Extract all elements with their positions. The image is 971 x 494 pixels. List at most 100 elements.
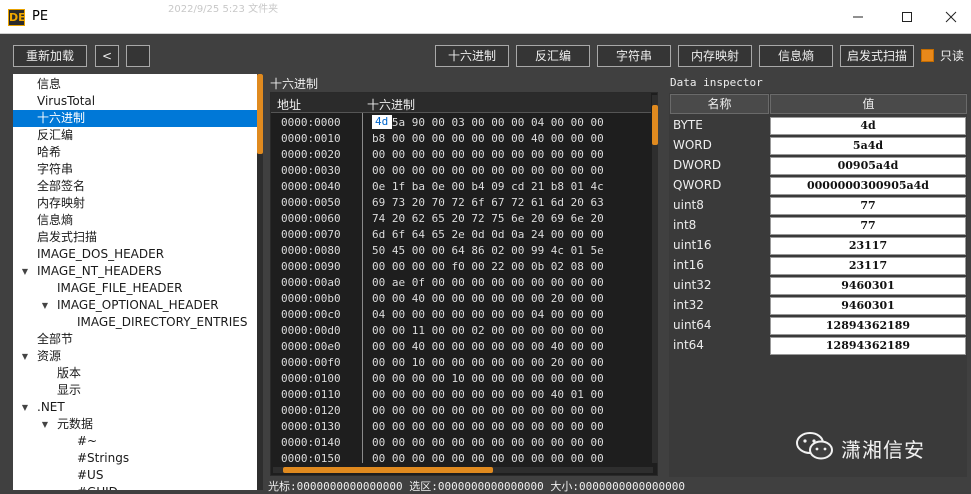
inspector-field-value[interactable]: 23117 <box>770 237 966 255</box>
inspector-field-value[interactable]: 12894362189 <box>770 317 966 335</box>
expand-arrow-icon[interactable]: ▼ <box>40 416 50 433</box>
hex-row[interactable]: 74 20 62 65 20 72 75 6e 20 69 6e 20 <box>372 212 604 225</box>
hex-view[interactable]: 地址 十六进制 0000:0000 0000:0010 0000:0020 0000:… <box>270 92 658 476</box>
hex-row[interactable]: 00 00 40 00 00 00 00 00 00 20 00 00 <box>372 292 604 305</box>
reload-button[interactable]: 重新加载 <box>13 45 87 67</box>
hex-row[interactable]: 50 45 00 00 64 86 02 00 99 4c 01 5e <box>372 244 604 257</box>
hex-address: 0000:0030 <box>281 164 341 177</box>
inspector-row: uint8 77 <box>669 196 967 216</box>
hex-row[interactable]: 0e 1f ba 0e 00 b4 09 cd 21 b8 01 4c <box>372 180 604 193</box>
hex-row[interactable]: 00 00 00 00 10 00 00 00 00 00 00 00 <box>372 372 604 385</box>
inspector-field-value[interactable]: 77 <box>770 217 966 235</box>
hex-vertical-thumb[interactable] <box>652 105 658 145</box>
tab-hex[interactable]: 十六进制 <box>435 45 509 67</box>
expand-arrow-icon[interactable]: ▼ <box>20 348 30 365</box>
hex-row[interactable]: 00 00 40 00 00 00 00 00 00 40 00 00 <box>372 340 604 353</box>
readonly-checkbox[interactable] <box>921 49 934 62</box>
hex-horizontal-scrollbar[interactable] <box>273 467 653 473</box>
hex-row[interactable]: 4d 5a 90 00 03 00 00 00 04 00 00 00 <box>372 116 604 129</box>
back-button[interactable]: < <box>95 45 119 67</box>
tree-item[interactable]: ▼ IMAGE_OPTIONAL_HEADER <box>13 297 257 314</box>
tree-item[interactable]: 十六进制 <box>13 110 257 127</box>
tree-item[interactable]: 全部节 <box>13 331 257 348</box>
maximize-button[interactable] <box>884 0 930 34</box>
tree-scroll-thumb[interactable] <box>257 74 263 154</box>
tab-disassembly[interactable]: 反汇编 <box>516 45 590 67</box>
tree-item[interactable]: 版本 <box>13 365 257 382</box>
hex-row[interactable]: 00 00 00 00 00 00 00 00 00 00 00 00 <box>372 452 604 465</box>
tree-item[interactable]: 字符串 <box>13 161 257 178</box>
hex-row[interactable]: 69 73 20 70 72 6f 67 72 61 6d 20 63 <box>372 196 604 209</box>
inspector-field-value[interactable]: 23117 <box>770 257 966 275</box>
inspector-field-name: int16 <box>673 258 704 272</box>
tree-item[interactable]: 信息熵 <box>13 212 257 229</box>
hex-address: 0000:0000 <box>281 116 341 129</box>
inspector-field-value[interactable]: 9460301 <box>770 297 966 315</box>
hex-row[interactable]: 00 00 00 00 00 00 00 00 00 00 00 00 <box>372 164 604 177</box>
tree-item-label: 启发式扫描 <box>37 230 98 244</box>
inspector-value-header: 值 <box>770 94 967 114</box>
tab-heuristic-scan[interactable]: 启发式扫描 <box>840 45 914 67</box>
hex-row[interactable]: 00 ae 0f 00 00 00 00 00 00 00 00 00 <box>372 276 604 289</box>
tree-item[interactable]: VirusTotal <box>13 93 257 110</box>
toolbar: 重新加载 < 十六进制 反汇编 字符串 内存映射 信息熵 启发式扫描 <box>0 34 971 74</box>
tree-item[interactable]: #Strings <box>13 450 257 467</box>
inspector-field-value[interactable]: 0000000300905a4d <box>770 177 966 195</box>
tree-item[interactable]: 哈希 <box>13 144 257 161</box>
hex-row[interactable]: 00 00 00 00 00 00 00 00 00 00 00 00 <box>372 436 604 449</box>
hex-row[interactable]: 00 00 00 00 f0 00 22 00 0b 02 08 00 <box>372 260 604 273</box>
title-bar[interactable]: DE PE 2022/9/25 5:23 文件夹 <box>0 0 971 34</box>
tree-item[interactable]: 内存映射 <box>13 195 257 212</box>
tree-item[interactable]: 显示 <box>13 382 257 399</box>
hex-horizontal-thumb[interactable] <box>283 467 493 473</box>
hex-row[interactable]: 00 00 00 00 00 00 00 00 00 00 00 00 <box>372 404 604 417</box>
minimize-button[interactable] <box>835 0 881 34</box>
tree-item[interactable]: 全部签名 <box>13 178 257 195</box>
structure-tree[interactable]: 信息 VirusTotal 十六进制 反汇编 哈希 字符串 全部签名 内存映射 信息熵 启发式扫描… <box>13 74 257 490</box>
hex-row[interactable]: 6d 6f 64 65 2e 0d 0d 0a 24 00 00 00 <box>372 228 604 241</box>
tree-item[interactable]: 反汇编 <box>13 127 257 144</box>
tree-item[interactable]: 启发式扫描 <box>13 229 257 246</box>
tree-item[interactable]: ▼ 资源 <box>13 348 257 365</box>
tree-item[interactable]: #~ <box>13 433 257 450</box>
inspector-field-value[interactable]: 12894362189 <box>770 337 966 355</box>
inspector-row: DWORD 00905a4d <box>669 156 967 176</box>
tree-item[interactable]: ▼ IMAGE_NT_HEADERS <box>13 263 257 280</box>
hex-row[interactable]: b8 00 00 00 00 00 00 00 40 00 00 00 <box>372 132 604 145</box>
tree-item[interactable]: IMAGE_FILE_HEADER <box>13 280 257 297</box>
inspector-field-value[interactable]: 5a4d <box>770 137 966 155</box>
app-window: DE PE 2022/9/25 5:23 文件夹 重新加载 < 十六进制 反汇编… <box>0 0 971 493</box>
tree-item[interactable]: IMAGE_DIRECTORY_ENTRIES <box>13 314 257 331</box>
forward-button[interactable] <box>126 45 150 67</box>
tab-memory-map[interactable]: 内存映射 <box>678 45 752 67</box>
close-button[interactable] <box>928 0 971 34</box>
hex-row[interactable]: 00 00 00 00 00 00 00 00 00 40 01 00 <box>372 388 604 401</box>
tree-item[interactable]: #US <box>13 467 257 484</box>
inspector-field-value[interactable]: 9460301 <box>770 277 966 295</box>
inspector-field-value[interactable]: 77 <box>770 197 966 215</box>
hex-row[interactable]: 04 00 00 00 00 00 00 00 04 00 00 00 <box>372 308 604 321</box>
tree-item[interactable]: ▼ .NET <box>13 399 257 416</box>
hex-address: 0000:0050 <box>281 196 341 209</box>
hex-row[interactable]: 00 00 00 00 00 00 00 00 00 00 00 00 <box>372 420 604 433</box>
expand-arrow-icon[interactable]: ▼ <box>20 399 30 416</box>
tree-item[interactable]: ▼ 元数据 <box>13 416 257 433</box>
tree-item[interactable]: IMAGE_DOS_HEADER <box>13 246 257 263</box>
tree-scrollbar[interactable] <box>257 74 263 490</box>
tree-item-label: IMAGE_DOS_HEADER <box>37 247 165 261</box>
expand-arrow-icon[interactable]: ▼ <box>20 263 30 280</box>
hex-row[interactable]: 00 00 10 00 00 00 00 00 00 20 00 00 <box>372 356 604 369</box>
hex-vertical-scrollbar[interactable] <box>652 95 658 463</box>
inspector-row: WORD 5a4d <box>669 136 967 156</box>
tab-entropy[interactable]: 信息熵 <box>759 45 833 67</box>
tree-item[interactable]: 信息 <box>13 76 257 93</box>
inspector-field-value[interactable]: 4d <box>770 117 966 135</box>
hex-row[interactable]: 00 00 00 00 00 00 00 00 00 00 00 00 <box>372 148 604 161</box>
tab-strings[interactable]: 字符串 <box>597 45 671 67</box>
expand-arrow-icon[interactable]: ▼ <box>40 297 50 314</box>
selected-byte-cell[interactable]: 4d <box>372 115 392 129</box>
hex-row[interactable]: 00 00 11 00 00 02 00 00 00 00 00 00 <box>372 324 604 337</box>
tree-item[interactable]: #GUID <box>13 484 257 490</box>
inspector-field-value[interactable]: 00905a4d <box>770 157 966 175</box>
inspector-row: BYTE 4d <box>669 116 967 136</box>
